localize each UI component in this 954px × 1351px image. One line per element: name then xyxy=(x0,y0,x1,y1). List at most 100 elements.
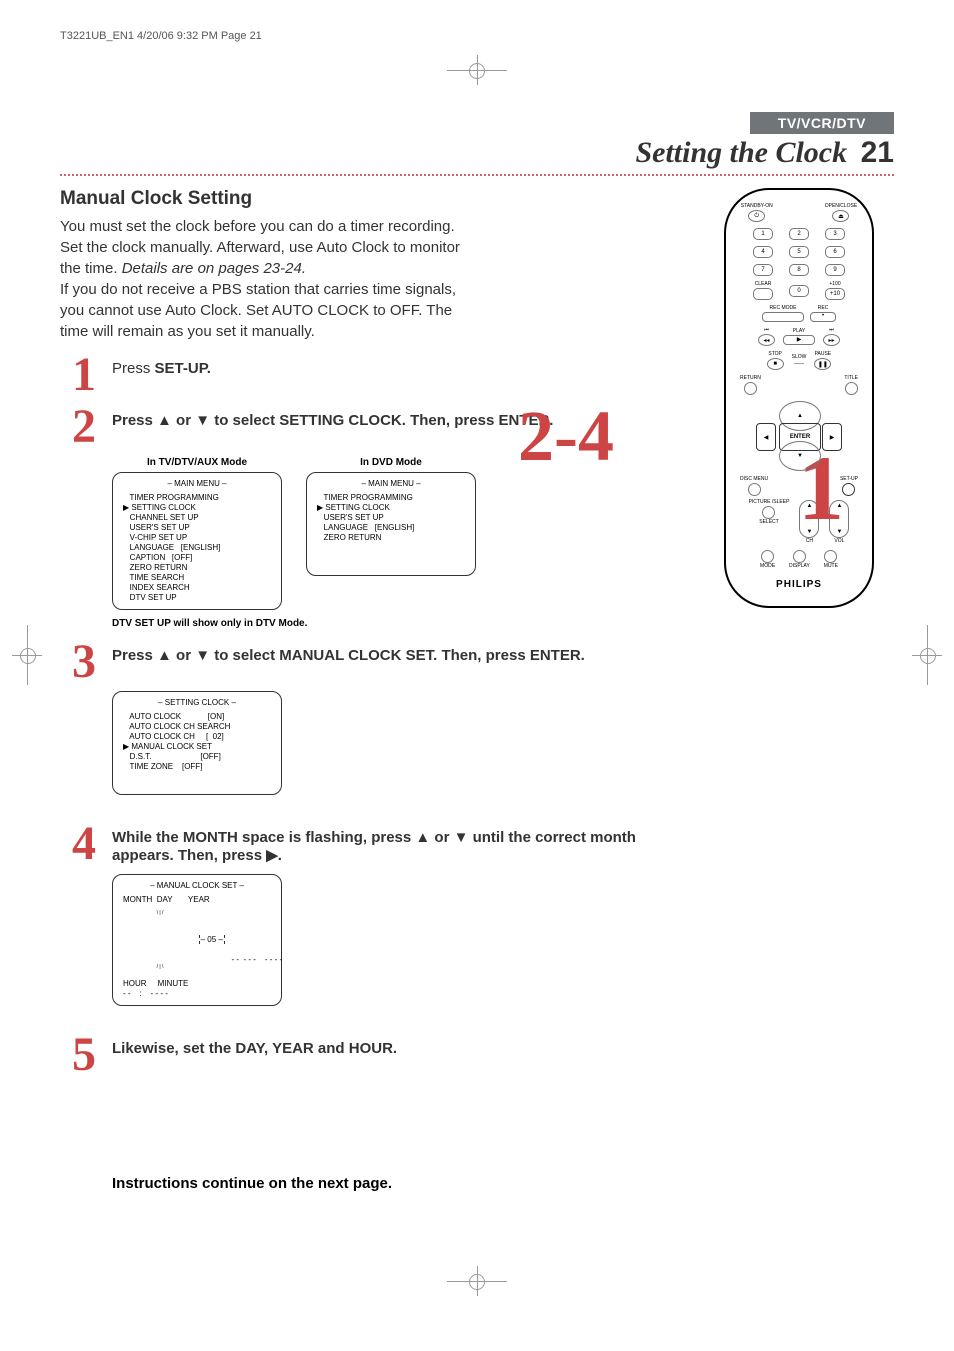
remote-0-button: 0 xyxy=(789,285,809,297)
page-number: 21 xyxy=(861,136,894,169)
return-label: RETURN xyxy=(740,376,761,381)
intro-text-1b: Details are on pages 23-24. xyxy=(122,260,306,277)
clock-row1: \ | / – 05 – / | \ - - - - - - - - - xyxy=(123,905,271,975)
mode-badge: TV/VCR/DTV xyxy=(750,112,894,134)
menu1-item: V-CHIP SET UP xyxy=(123,533,271,543)
step-5: 5 Likewise, set the DAY, YEAR and HOUR. xyxy=(60,1036,684,1074)
intro-text-2: If you do not receive a PBS station that… xyxy=(60,281,456,340)
step-num-3: 3 xyxy=(60,643,108,681)
menu1-title: – MAIN MENU – xyxy=(123,479,271,489)
step-num-1: 1 xyxy=(60,356,108,394)
menu3-item: D.S.T. [OFF] xyxy=(123,752,271,762)
setup-button xyxy=(842,483,855,496)
menu2-label: In DVD Mode xyxy=(306,457,476,468)
remote-3-button: 3 xyxy=(825,228,845,240)
menu2-item: USER'S SET UP xyxy=(317,513,465,523)
picture-button xyxy=(762,506,775,519)
play-button: ▶ xyxy=(783,335,815,345)
prev-button: ◂◂ xyxy=(758,334,775,346)
remote-1-button: 1 xyxy=(753,228,773,240)
picture-label: PICTURE /SLEEP xyxy=(749,500,790,505)
standby-label: STANDBY-ON xyxy=(741,204,773,209)
menu3-item: TIME ZONE [OFF] xyxy=(123,762,271,772)
intro-paragraph: You must set the clock before you can do… xyxy=(60,216,460,342)
menu1-item: DTV SET UP xyxy=(123,593,271,603)
clock-row2: - - : - - - - xyxy=(123,989,271,999)
dpad-left: ◀ xyxy=(756,423,776,451)
crop-mark-right xyxy=(912,625,942,685)
menu3-item-selected: MANUAL CLOCK SET xyxy=(123,742,271,752)
rec-button: • xyxy=(810,312,836,322)
clock-header: MONTH DAY YEAR xyxy=(123,895,271,905)
menu2-title: – MAIN MENU – xyxy=(317,479,465,489)
remote-control: STANDBY-ON⏻ OPEN/CLOSE⏏ 1 2 3 4 5 6 xyxy=(724,188,874,608)
step-1: 1 Press SET-UP. xyxy=(60,356,684,394)
mode-label: MODE xyxy=(760,564,775,569)
callout-step-range: 2-4 xyxy=(518,395,614,478)
mute-button xyxy=(824,550,837,563)
menu3-item: AUTO CLOCK [ON] xyxy=(123,712,271,722)
rec-label: REC xyxy=(818,306,829,311)
recmode-label: REC MODE xyxy=(770,306,797,311)
page-title-text: Setting the Clock xyxy=(635,136,847,169)
main-menu-dvd: – MAIN MENU – TIMER PROGRAMMING SETTING … xyxy=(306,472,476,576)
setting-clock-menu: – SETTING CLOCK – AUTO CLOCK [ON] AUTO C… xyxy=(112,691,282,795)
main-menu-tv: – MAIN MENU – TIMER PROGRAMMING SETTING … xyxy=(112,472,282,610)
plus10-button: +10 xyxy=(825,288,845,300)
page-header: T3221UB_EN1 4/20/06 9:32 PM Page 21 xyxy=(60,30,894,42)
menu1-item: INDEX SEARCH xyxy=(123,583,271,593)
crop-mark-bottom xyxy=(447,1266,507,1296)
title-button xyxy=(845,382,858,395)
openclose-button: ⏏ xyxy=(832,210,849,222)
step3-text: Press ▲ or ▼ to select MANUAL CLOCK SET.… xyxy=(112,643,684,664)
remote-2-button: 2 xyxy=(789,228,809,240)
step-4: 4 While the MONTH space is flashing, pre… xyxy=(60,825,684,864)
menu1-item: ZERO RETURN xyxy=(123,563,271,573)
remote-7-button: 7 xyxy=(753,264,773,276)
display-button xyxy=(793,550,806,563)
dtv-note: DTV SET UP will show only in DTV Mode. xyxy=(112,618,684,629)
step1-text-a: Press xyxy=(112,360,155,377)
menu1-item: TIMER PROGRAMMING xyxy=(123,493,271,503)
crop-mark-left xyxy=(12,625,42,685)
clear-button xyxy=(753,288,773,300)
return-button xyxy=(744,382,757,395)
manual-clock-menu: – MANUAL CLOCK SET – MONTH DAY YEAR \ | … xyxy=(112,874,282,1006)
menu3-title: – SETTING CLOCK – xyxy=(123,698,271,708)
menu2-item: LANGUAGE [ENGLISH] xyxy=(317,523,465,533)
display-label: DISPLAY xyxy=(789,564,810,569)
stop-label: STOP xyxy=(768,352,782,357)
crop-mark-top xyxy=(447,55,507,85)
mode-button xyxy=(761,550,774,563)
dpad-right: ▶ xyxy=(822,423,842,451)
next-button: ▸▸ xyxy=(823,334,840,346)
pause-button: ❚❚ xyxy=(814,358,831,370)
pause-label: PAUSE xyxy=(815,352,832,357)
menu2-item: ZERO RETURN xyxy=(317,533,465,543)
step-num-4: 4 xyxy=(60,825,108,863)
remote-8-button: 8 xyxy=(789,264,809,276)
plus100-label: +100 xyxy=(829,282,840,287)
page-title: Setting the Clock 21 xyxy=(60,136,894,170)
brand-label: PHILIPS xyxy=(734,579,864,590)
standby-button: ⏻ xyxy=(748,210,765,222)
remote-dpad: ▲ ◀ ENTER ▶ ▼ xyxy=(754,401,844,471)
menu2-item-selected: SETTING CLOCK xyxy=(317,503,465,513)
menu1-item: TIME SEARCH xyxy=(123,573,271,583)
stop-button: ■ xyxy=(767,358,784,370)
step4-text: While the MONTH space is flashing, press… xyxy=(112,825,684,864)
mute-label: MUTE xyxy=(824,564,838,569)
step-num-5: 5 xyxy=(60,1036,108,1074)
step-3: 3 Press ▲ or ▼ to select MANUAL CLOCK SE… xyxy=(60,643,684,681)
divider xyxy=(60,174,894,176)
slow-label: SLOW xyxy=(792,355,807,360)
play-label: PLAY xyxy=(793,329,805,334)
recmode-bar xyxy=(762,312,804,322)
select-label: SELECT xyxy=(759,520,778,525)
menu3-item: AUTO CLOCK CH SEARCH xyxy=(123,722,271,732)
discmenu-label: DISC MENU xyxy=(740,477,768,482)
title-label: TITLE xyxy=(844,376,858,381)
step5-text: Likewise, set the DAY, YEAR and HOUR. xyxy=(112,1036,684,1057)
clock-row1-rest: - - - - - - - - - xyxy=(225,955,282,964)
menu1-item: CHANNEL SET UP xyxy=(123,513,271,523)
